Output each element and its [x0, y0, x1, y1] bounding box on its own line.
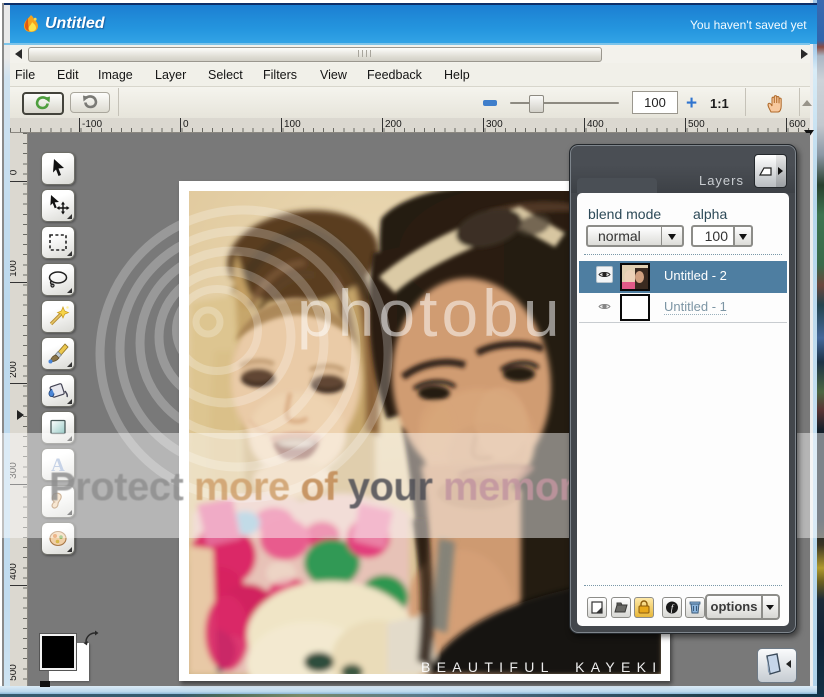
svg-text:photobu: photobu [297, 276, 564, 350]
